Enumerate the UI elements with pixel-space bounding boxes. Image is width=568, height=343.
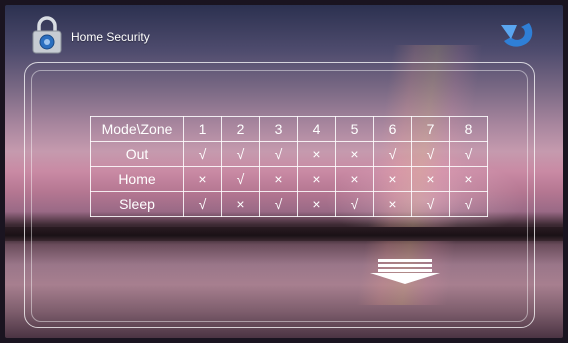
zone-header: 8 <box>449 116 488 142</box>
header: Home Security <box>0 0 558 54</box>
zone-cell[interactable]: √ <box>335 191 374 217</box>
zone-cell[interactable]: × <box>297 141 336 167</box>
mode-label: Home <box>90 166 184 192</box>
zone-cell[interactable]: × <box>335 166 374 192</box>
zone-header: 3 <box>259 116 298 142</box>
zone-cell[interactable]: √ <box>373 141 412 167</box>
zone-cell[interactable]: × <box>335 141 374 167</box>
zone-header: 4 <box>297 116 336 142</box>
table-row: Out √ √ √ × × √ √ √ <box>90 141 488 167</box>
zone-cell[interactable]: √ <box>449 141 488 167</box>
corner-label: Mode\Zone <box>90 116 184 142</box>
zone-cell[interactable]: × <box>373 191 412 217</box>
zone-cell[interactable]: × <box>297 191 336 217</box>
zone-header: 1 <box>183 116 222 142</box>
zone-cell[interactable]: × <box>297 166 336 192</box>
table-header-row: Mode\Zone 1 2 3 4 5 6 7 8 <box>90 116 488 142</box>
zone-cell[interactable]: √ <box>183 191 222 217</box>
zone-cell[interactable]: × <box>449 166 488 192</box>
page-title: Home Security <box>71 30 150 44</box>
zone-cell[interactable]: √ <box>259 191 298 217</box>
zone-cell[interactable]: √ <box>449 191 488 217</box>
lock-icon <box>32 16 62 54</box>
table-row: Sleep √ × √ × √ × √ √ <box>90 191 488 217</box>
mode-label: Out <box>90 141 184 167</box>
zone-header: 5 <box>335 116 374 142</box>
zone-cell[interactable]: √ <box>183 141 222 167</box>
zone-header: 7 <box>411 116 450 142</box>
zone-cell[interactable]: √ <box>221 166 260 192</box>
zone-cell[interactable]: × <box>259 166 298 192</box>
mode-label: Sleep <box>90 191 184 217</box>
zone-cell[interactable]: × <box>183 166 222 192</box>
zone-cell[interactable]: √ <box>411 191 450 217</box>
back-arrow-icon[interactable] <box>499 19 537 49</box>
zone-cell[interactable]: × <box>411 166 450 192</box>
zone-cell[interactable]: √ <box>259 141 298 167</box>
table-row: Home × √ × × × × × × <box>90 166 488 192</box>
scroll-down-arrow-icon[interactable] <box>368 259 442 285</box>
mode-zone-table: Mode\Zone 1 2 3 4 5 6 7 8 Out √ √ √ × × … <box>90 116 488 217</box>
zone-header: 2 <box>221 116 260 142</box>
zone-cell[interactable]: √ <box>411 141 450 167</box>
zone-cell[interactable]: × <box>373 166 412 192</box>
zone-cell[interactable]: √ <box>221 141 260 167</box>
zone-cell[interactable]: × <box>221 191 260 217</box>
zone-header: 6 <box>373 116 412 142</box>
